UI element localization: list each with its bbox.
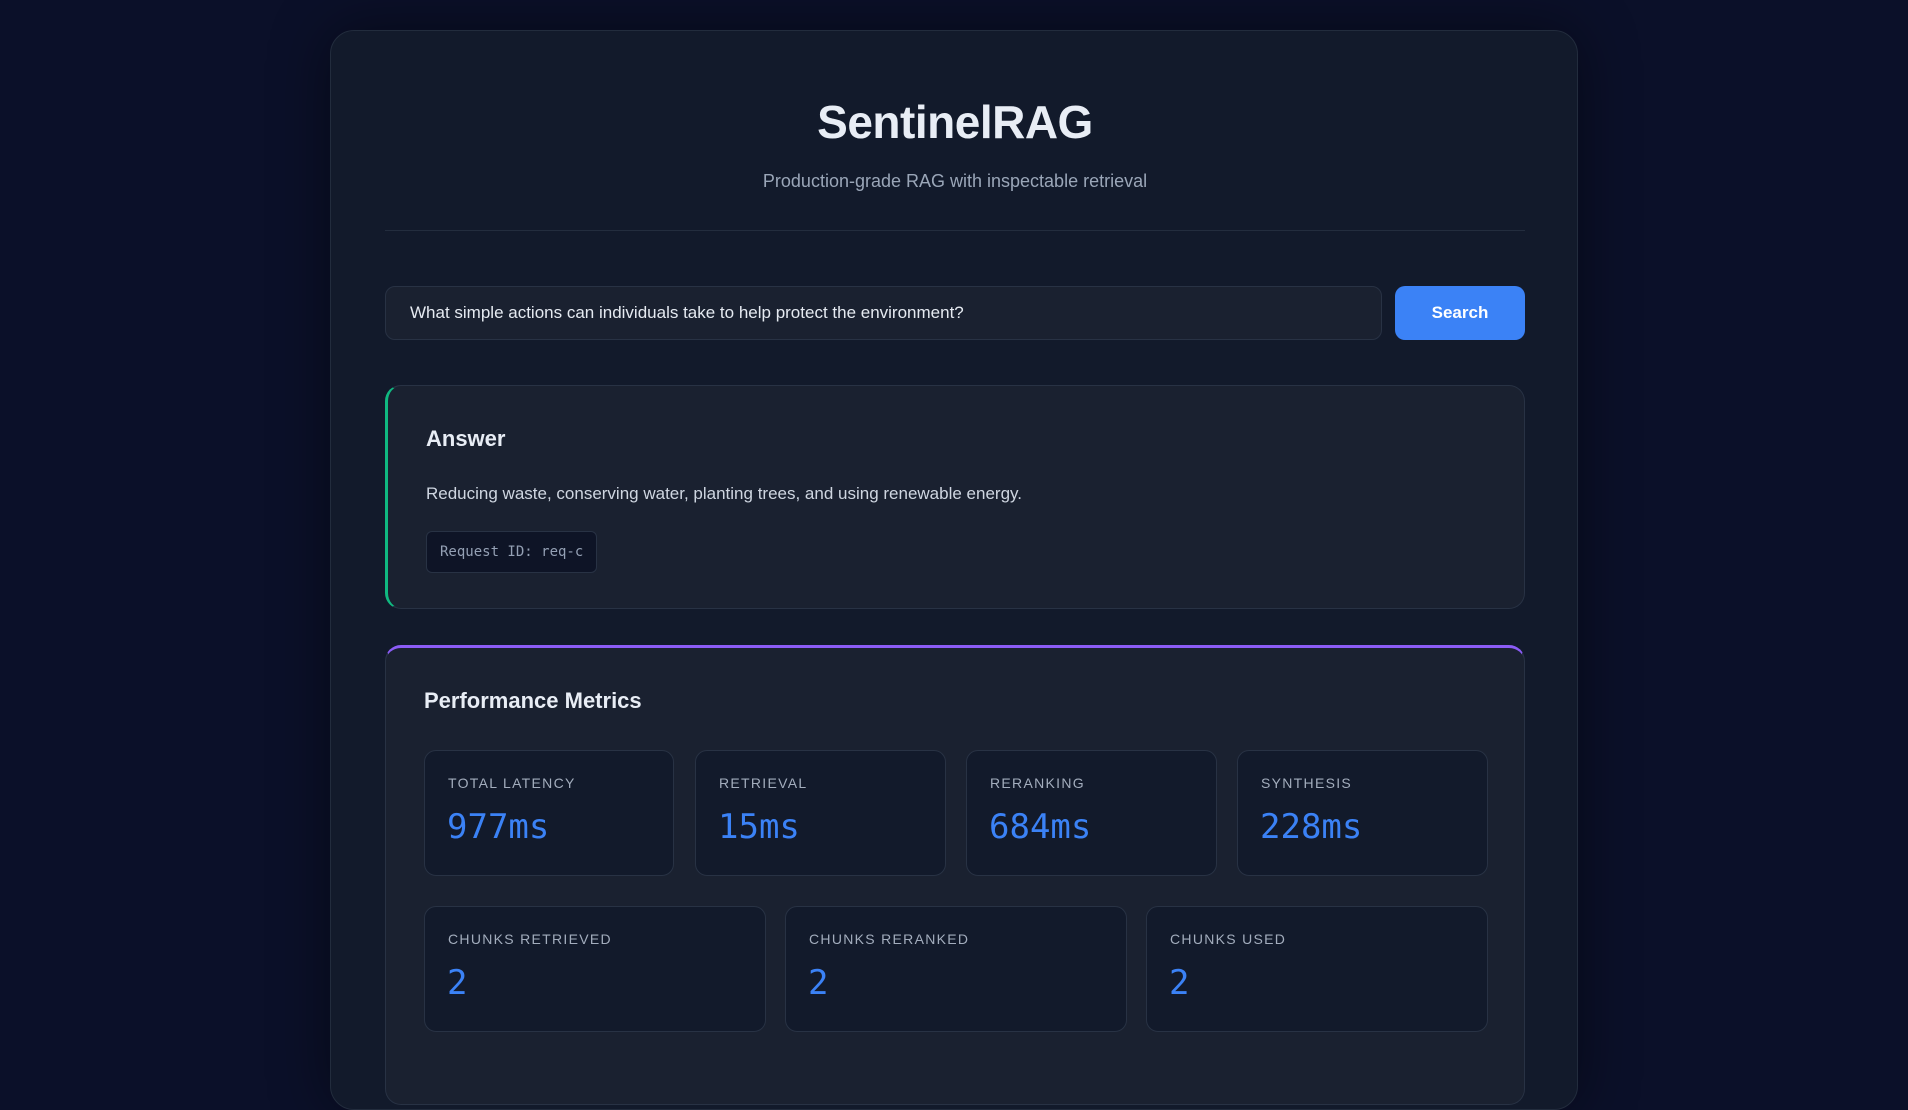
metric-chunks-used: CHUNKS USED 2 [1146, 906, 1488, 1032]
metric-label: RERANKING [990, 775, 1085, 791]
metric-label: CHUNKS RETRIEVED [448, 931, 612, 947]
answer-title: Answer [426, 426, 506, 451]
header: SentinelRAG Production-grade RAG with in… [385, 31, 1525, 231]
metrics-title: Performance Metrics [424, 688, 642, 713]
metric-label: TOTAL LATENCY [448, 775, 576, 791]
metric-total-latency: TOTAL LATENCY 977ms [424, 750, 674, 876]
metric-value: 228ms [1260, 807, 1363, 847]
performance-metrics-card: Performance Metrics TOTAL LATENCY 977ms … [385, 645, 1525, 1105]
search-bar: Search [385, 286, 1525, 340]
metric-value: 2 [447, 963, 468, 1003]
search-button[interactable]: Search [1395, 286, 1525, 340]
metric-label: RETRIEVAL [719, 775, 808, 791]
main-panel: SentinelRAG Production-grade RAG with in… [330, 30, 1578, 1110]
metric-value: 977ms [447, 807, 550, 847]
metric-value: 2 [1169, 963, 1190, 1003]
search-input[interactable] [385, 286, 1382, 340]
answer-card: Answer Reducing waste, conserving water,… [385, 385, 1525, 609]
metric-label: CHUNKS RERANKED [809, 931, 970, 947]
metric-value: 684ms [989, 807, 1092, 847]
request-id-badge: Request ID: req-c [426, 531, 598, 573]
app-title: SentinelRAG [817, 96, 1093, 148]
metric-retrieval: RETRIEVAL 15ms [695, 750, 946, 876]
app-subtitle: Production-grade RAG with inspectable re… [762, 171, 1148, 191]
metric-reranking: RERANKING 684ms [966, 750, 1217, 876]
answer-text: Reducing waste, conserving water, planti… [426, 484, 1022, 503]
metric-chunks-retrieved: CHUNKS RETRIEVED 2 [424, 906, 766, 1032]
metric-synthesis: SYNTHESIS 228ms [1237, 750, 1488, 876]
metric-label: CHUNKS USED [1170, 931, 1287, 947]
metric-label: SYNTHESIS [1261, 775, 1353, 791]
metric-value: 2 [808, 963, 829, 1003]
metric-chunks-reranked: CHUNKS RERANKED 2 [785, 906, 1127, 1032]
metric-value: 15ms [718, 807, 800, 847]
